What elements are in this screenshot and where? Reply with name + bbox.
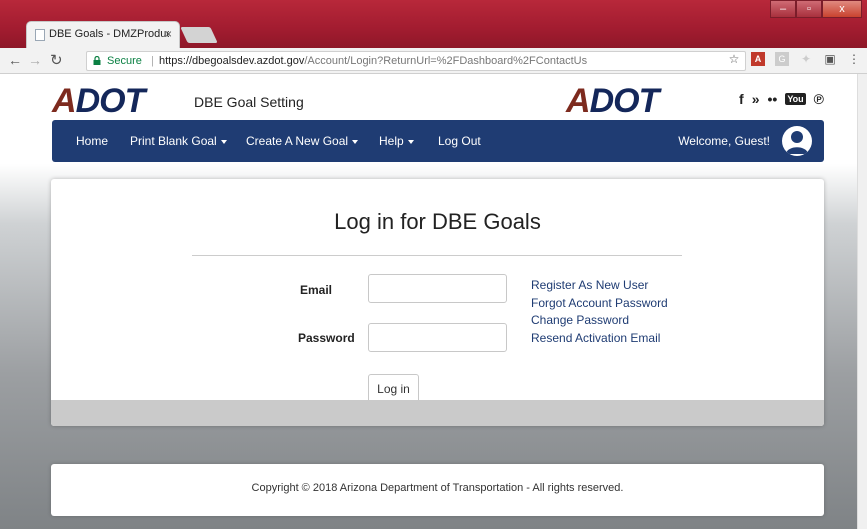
welcome-text: Welcome, Guest! <box>678 134 770 148</box>
caret-down-icon <box>220 139 227 144</box>
minimize-button[interactable]: – <box>770 0 796 18</box>
window-controls: – ▫ x <box>770 0 862 20</box>
close-window-button[interactable]: x <box>822 0 862 18</box>
adot-logo-right: ADOT <box>566 82 660 120</box>
bookmark-star-icon[interactable]: ☆ <box>727 52 741 66</box>
resend-activation-link[interactable]: Resend Activation Email <box>531 330 668 348</box>
browser-titlebar: DBE Goals - DMZProduc × – ▫ x <box>0 0 867 48</box>
url-text[interactable]: https://dbegoalsdev.azdot.gov/Account/Lo… <box>159 55 587 67</box>
social-links: f » •• You ℗ <box>739 91 824 107</box>
user-avatar-icon[interactable] <box>782 126 812 156</box>
password-field[interactable] <box>368 323 507 352</box>
g-extension-icon[interactable]: G <box>775 52 789 66</box>
new-tab-button[interactable] <box>180 27 218 43</box>
adot-logo-right-dot: DOT <box>589 82 660 120</box>
caret-down-icon <box>352 139 359 144</box>
change-password-link[interactable]: Change Password <box>531 312 668 330</box>
nav-print-blank-goal-label: Print Blank Goal <box>130 134 217 148</box>
adot-logo-a: A <box>52 82 77 120</box>
forgot-password-link[interactable]: Forgot Account Password <box>531 295 668 313</box>
page-title: Log in for DBE Goals <box>334 209 541 234</box>
maximize-button[interactable]: ▫ <box>796 0 822 18</box>
login-card: Log in for DBE Goals Email Password Regi… <box>51 179 824 426</box>
user-silhouette-icon <box>786 131 808 154</box>
brand-header: ADOT DBE Goal Setting ADOT f » •• You ℗ <box>52 84 824 118</box>
nav-home[interactable]: Home <box>76 134 108 148</box>
browser-tab[interactable]: DBE Goals - DMZProduc × <box>26 21 180 48</box>
page-favicon-icon <box>35 29 45 41</box>
nav-create-new-goal-label: Create A New Goal <box>246 134 349 148</box>
tab-title: DBE Goals - DMZProduc <box>49 28 169 40</box>
twitter-icon[interactable]: » <box>752 91 760 107</box>
login-button[interactable]: Log in <box>368 374 419 403</box>
page-viewport: ADOT DBE Goal Setting ADOT f » •• You ℗ … <box>0 74 867 529</box>
url-separator: | <box>151 55 154 67</box>
secure-label: Secure <box>107 55 142 67</box>
nav-log-out-label: Log Out <box>438 134 481 148</box>
nav-help-label: Help <box>379 134 404 148</box>
password-label: Password <box>298 331 355 345</box>
site-subtitle: DBE Goal Setting <box>194 94 304 110</box>
card-footer <box>51 400 824 426</box>
adot-logo-right-a: A <box>566 82 591 120</box>
cast-extension-icon[interactable]: ▣ <box>823 52 837 66</box>
copyright-footer: Copyright © 2018 Arizona Department of T… <box>51 464 824 516</box>
menu-kebab-icon[interactable]: ⋮ <box>847 52 861 66</box>
nav-home-label: Home <box>76 134 109 148</box>
nav-help[interactable]: Help <box>379 134 414 148</box>
pin-extension-icon[interactable]: ✦ <box>799 52 813 66</box>
lock-icon <box>93 56 101 65</box>
back-arrow-icon[interactable]: ← <box>8 52 22 68</box>
url-path: /Account/Login?ReturnUrl=%2FDashboard%2F… <box>304 55 588 67</box>
adot-logo-dot: DOT <box>75 82 146 120</box>
main-navbar: Home Print Blank Goal Create A New Goal … <box>52 120 824 162</box>
nav-create-new-goal[interactable]: Create A New Goal <box>246 134 359 148</box>
browser-toolbar: ← → ↻ Secure | https://dbegoalsdev.azdot… <box>0 48 867 74</box>
address-bar[interactable]: Secure | https://dbegoalsdev.azdot.gov/A… <box>86 51 746 71</box>
nav-print-blank-goal[interactable]: Print Blank Goal <box>130 134 227 148</box>
tab-close-icon[interactable]: × <box>165 27 172 41</box>
copyright-text: Copyright © 2018 Arizona Department of T… <box>251 482 624 494</box>
pdf-extension-icon[interactable]: A <box>751 52 765 66</box>
toolbar-extensions: ☆ A G ✦ ▣ ⋮ <box>727 52 861 66</box>
flickr-icon[interactable]: •• <box>768 91 778 107</box>
page-scrollbar[interactable] <box>857 74 867 529</box>
youtube-icon[interactable]: You <box>785 93 806 105</box>
register-link[interactable]: Register As New User <box>531 277 668 295</box>
facebook-icon[interactable]: f <box>739 91 744 107</box>
forward-arrow-icon[interactable]: → <box>28 52 42 68</box>
email-label: Email <box>300 283 333 297</box>
adot-logo[interactable]: ADOT <box>52 82 146 120</box>
url-host: https://dbegoalsdev.azdot.gov <box>159 55 305 67</box>
nav-log-out[interactable]: Log Out <box>438 134 481 148</box>
caret-down-icon <box>407 139 414 144</box>
title-divider <box>192 255 682 256</box>
email-field[interactable] <box>368 274 507 303</box>
account-links: Register As New User Forgot Account Pass… <box>531 277 668 347</box>
reload-icon[interactable]: ↻ <box>50 51 63 69</box>
blog-icon[interactable]: ℗ <box>814 91 824 107</box>
